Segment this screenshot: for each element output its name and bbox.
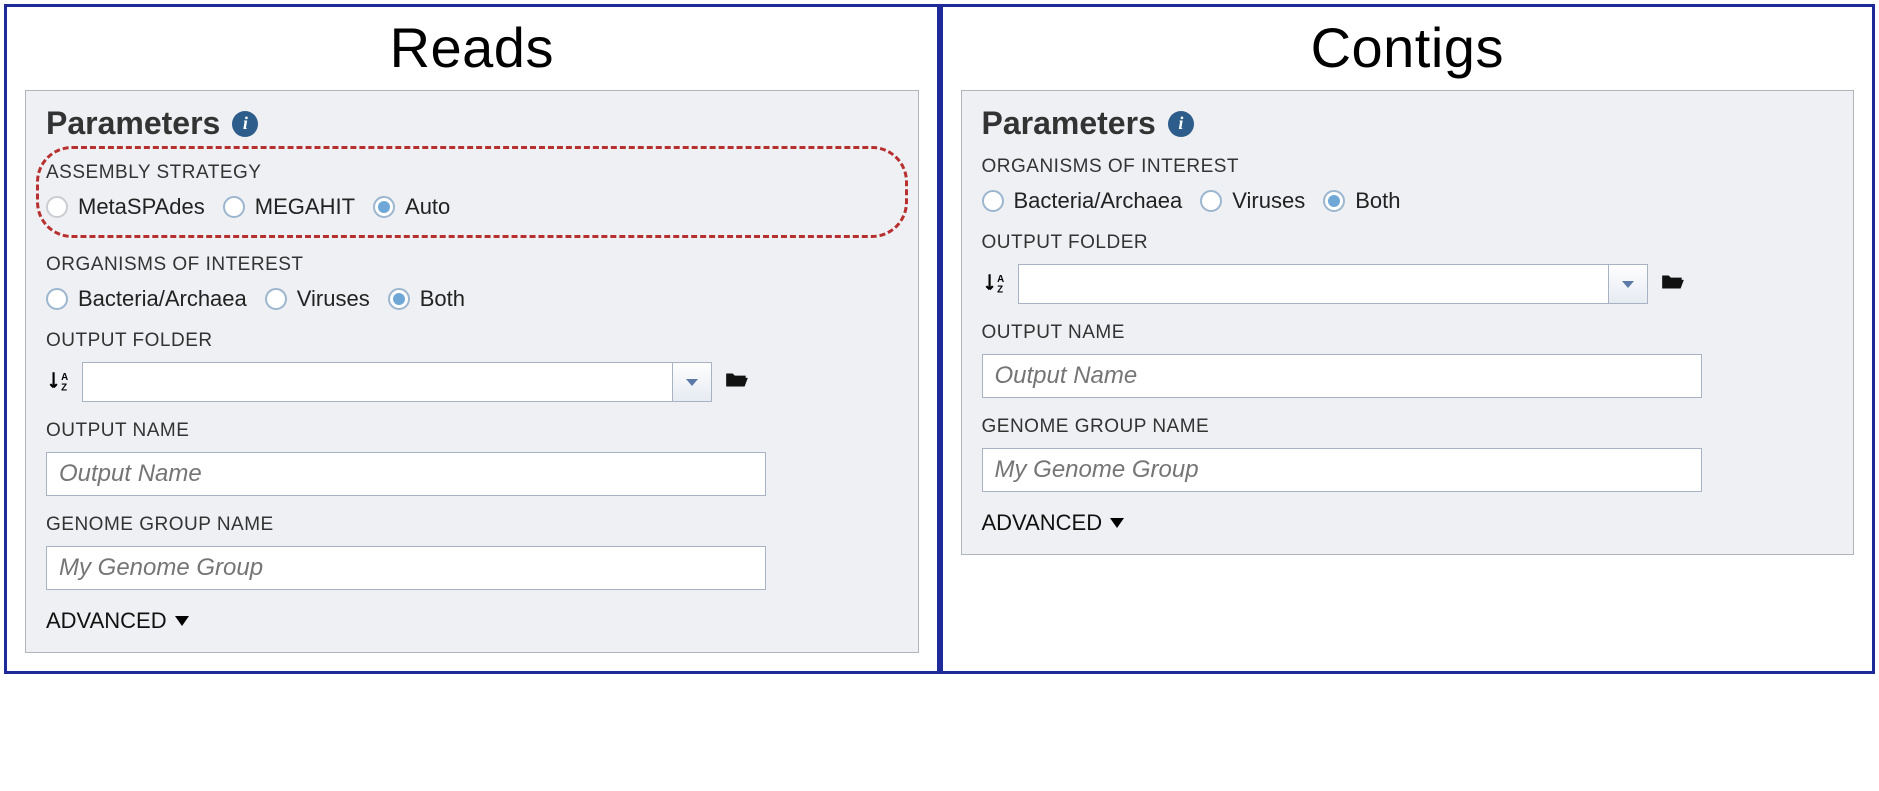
reads-parameters-box: Parameters i ASSEMBLY STRATEGY MetaSPAde…: [25, 90, 919, 653]
chevron-down-icon: [1622, 281, 1634, 288]
svg-text:Z: Z: [61, 383, 67, 394]
radio-label: Viruses: [297, 286, 370, 312]
chevron-down-icon: [175, 616, 189, 626]
assembly-strategy-group: MetaSPAdes MEGAHIT Auto: [46, 194, 890, 220]
radio-label: MetaSPAdes: [78, 194, 205, 220]
sort-az-icon[interactable]: AZ: [46, 369, 72, 395]
radio-icon: [265, 288, 287, 310]
output-folder-combobox[interactable]: [1018, 264, 1648, 304]
organisms-label: ORGANISMS OF INTEREST: [46, 254, 898, 276]
radio-label: Auto: [405, 194, 450, 220]
assembly-strategy-highlight: ASSEMBLY STRATEGY MetaSPAdes MEGAHIT Aut…: [36, 156, 908, 238]
folder-open-icon[interactable]: [722, 367, 752, 398]
radio-both[interactable]: Both: [1323, 188, 1400, 214]
chevron-down-icon: [1110, 518, 1124, 528]
parameters-header: Parameters i: [46, 105, 898, 142]
radio-label: Both: [420, 286, 465, 312]
parameters-heading: Parameters: [46, 105, 220, 142]
radio-label: Bacteria/Archaea: [1014, 188, 1183, 214]
organisms-group: Bacteria/Archaea Viruses Both: [46, 286, 898, 312]
output-folder-dropdown-button[interactable]: [672, 362, 712, 402]
radio-both[interactable]: Both: [388, 286, 465, 312]
radio-icon: [46, 196, 68, 218]
radio-icon: [373, 196, 395, 218]
genome-group-label: GENOME GROUP NAME: [982, 416, 1834, 438]
output-folder-input[interactable]: [1018, 264, 1608, 304]
svg-text:A: A: [997, 274, 1004, 285]
genome-group-label: GENOME GROUP NAME: [46, 514, 898, 536]
contigs-title: Contigs: [1311, 15, 1504, 80]
radio-icon: [1323, 190, 1345, 212]
info-icon[interactable]: i: [1168, 111, 1194, 137]
reads-panel: Reads Parameters i ASSEMBLY STRATEGY Met…: [4, 4, 940, 674]
radio-icon: [388, 288, 410, 310]
output-folder-label: OUTPUT FOLDER: [46, 330, 898, 352]
output-name-input[interactable]: [982, 354, 1702, 398]
reads-title: Reads: [390, 15, 554, 80]
contigs-panel: Contigs Parameters i ORGANISMS OF INTERE…: [940, 4, 1876, 674]
radio-auto[interactable]: Auto: [373, 194, 450, 220]
radio-label: Viruses: [1232, 188, 1305, 214]
radio-metaspades[interactable]: MetaSPAdes: [46, 194, 205, 220]
radio-label: Both: [1355, 188, 1400, 214]
output-folder-input[interactable]: [82, 362, 672, 402]
output-folder-row: AZ: [982, 264, 1834, 304]
advanced-label: ADVANCED: [46, 608, 167, 634]
advanced-label: ADVANCED: [982, 510, 1103, 536]
svg-text:Z: Z: [997, 285, 1003, 296]
radio-label: Bacteria/Archaea: [78, 286, 247, 312]
radio-icon: [982, 190, 1004, 212]
output-folder-dropdown-button[interactable]: [1608, 264, 1648, 304]
radio-bacteria-archaea[interactable]: Bacteria/Archaea: [982, 188, 1183, 214]
advanced-toggle[interactable]: ADVANCED: [46, 608, 189, 634]
info-icon[interactable]: i: [232, 111, 258, 137]
output-name-label: OUTPUT NAME: [46, 420, 898, 442]
output-name-input[interactable]: [46, 452, 766, 496]
genome-group-input[interactable]: [46, 546, 766, 590]
organisms-group: Bacteria/Archaea Viruses Both: [982, 188, 1834, 214]
contigs-parameters-box: Parameters i ORGANISMS OF INTEREST Bacte…: [961, 90, 1855, 555]
radio-label: MEGAHIT: [255, 194, 355, 220]
svg-text:A: A: [61, 372, 68, 383]
genome-group-input[interactable]: [982, 448, 1702, 492]
output-folder-combobox[interactable]: [82, 362, 712, 402]
organisms-label: ORGANISMS OF INTEREST: [982, 156, 1834, 178]
sort-az-icon[interactable]: AZ: [982, 271, 1008, 297]
radio-megahit[interactable]: MEGAHIT: [223, 194, 355, 220]
radio-bacteria-archaea[interactable]: Bacteria/Archaea: [46, 286, 247, 312]
assembly-strategy-label: ASSEMBLY STRATEGY: [46, 162, 890, 184]
output-name-label: OUTPUT NAME: [982, 322, 1834, 344]
parameters-header: Parameters i: [982, 105, 1834, 142]
folder-open-icon[interactable]: [1658, 269, 1688, 300]
radio-viruses[interactable]: Viruses: [1200, 188, 1305, 214]
output-folder-row: AZ: [46, 362, 898, 402]
radio-viruses[interactable]: Viruses: [265, 286, 370, 312]
output-folder-label: OUTPUT FOLDER: [982, 232, 1834, 254]
chevron-down-icon: [686, 379, 698, 386]
advanced-toggle[interactable]: ADVANCED: [982, 510, 1125, 536]
radio-icon: [1200, 190, 1222, 212]
radio-icon: [223, 196, 245, 218]
radio-icon: [46, 288, 68, 310]
parameters-heading: Parameters: [982, 105, 1156, 142]
